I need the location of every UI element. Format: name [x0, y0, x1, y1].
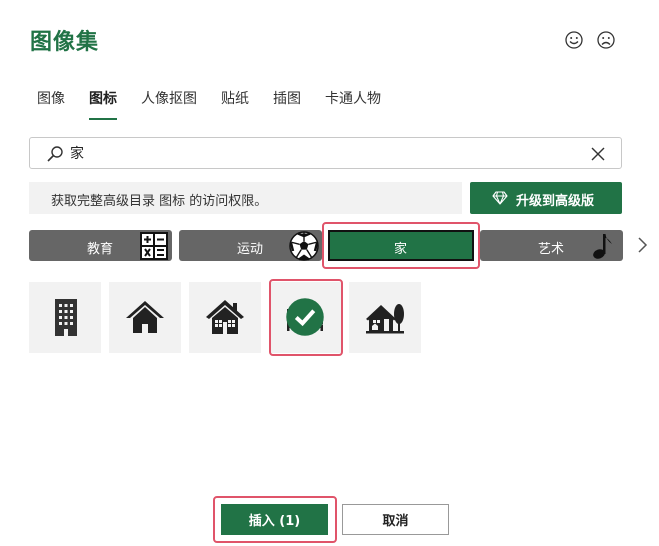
icon-result-house[interactable] [109, 282, 181, 353]
diamond-icon [492, 191, 508, 205]
tab-illustrations[interactable]: 插图 [273, 88, 301, 108]
house-icon [126, 301, 164, 333]
search-icon [47, 146, 63, 162]
category-sports[interactable]: 运动 [179, 230, 322, 261]
close-icon[interactable] [590, 146, 606, 162]
tab-cutout-people[interactable]: 人像抠图 [141, 88, 197, 108]
tab-icons[interactable]: 图标 [89, 88, 117, 108]
category-label: 家 [394, 242, 408, 257]
icon-result-apartment[interactable] [29, 282, 101, 353]
icon-result-home-tree[interactable] [349, 282, 421, 353]
category-label: 艺术 [538, 242, 565, 257]
cancel-button[interactable]: 取消 [342, 504, 449, 535]
house-with-windows-icon [206, 300, 244, 334]
tab-stickers[interactable]: 贴纸 [221, 88, 249, 108]
home-with-tree-icon [366, 304, 404, 334]
dialog-title: 图像集 [30, 30, 100, 55]
category-art[interactable]: 艺术 [480, 230, 623, 261]
premium-banner-text: 获取完整高级目录 图标 的访问权限。 [51, 194, 268, 209]
category-home[interactable]: 家 [328, 230, 474, 261]
active-tab-indicator [89, 118, 117, 120]
premium-banner: 获取完整高级目录 图标 的访问权限。 [29, 182, 462, 214]
icon-result-house-windows[interactable] [189, 282, 261, 353]
search-input[interactable] [70, 143, 570, 163]
apartment-building-icon [55, 299, 77, 336]
category-label: 教育 [87, 242, 114, 257]
search-box [29, 137, 622, 169]
category-education[interactable]: 教育 [29, 230, 172, 261]
icon-result-bed[interactable] [269, 282, 341, 353]
music-note-icon [593, 234, 612, 259]
category-label: 运动 [237, 242, 264, 257]
upgrade-button[interactable]: 升级到高级版 [470, 182, 622, 214]
chevron-right-icon[interactable] [636, 236, 648, 254]
check-icon [286, 298, 324, 336]
tab-cartoon-people[interactable]: 卡通人物 [325, 88, 381, 108]
calculator-icon [140, 232, 168, 260]
frown-icon[interactable] [596, 30, 616, 50]
soccer-ball-icon [289, 231, 319, 261]
smile-icon[interactable] [564, 30, 584, 50]
tab-images[interactable]: 图像 [37, 88, 65, 108]
upgrade-button-label: 升级到高级版 [516, 194, 595, 209]
insert-button[interactable]: 插入 (1) [221, 504, 328, 535]
